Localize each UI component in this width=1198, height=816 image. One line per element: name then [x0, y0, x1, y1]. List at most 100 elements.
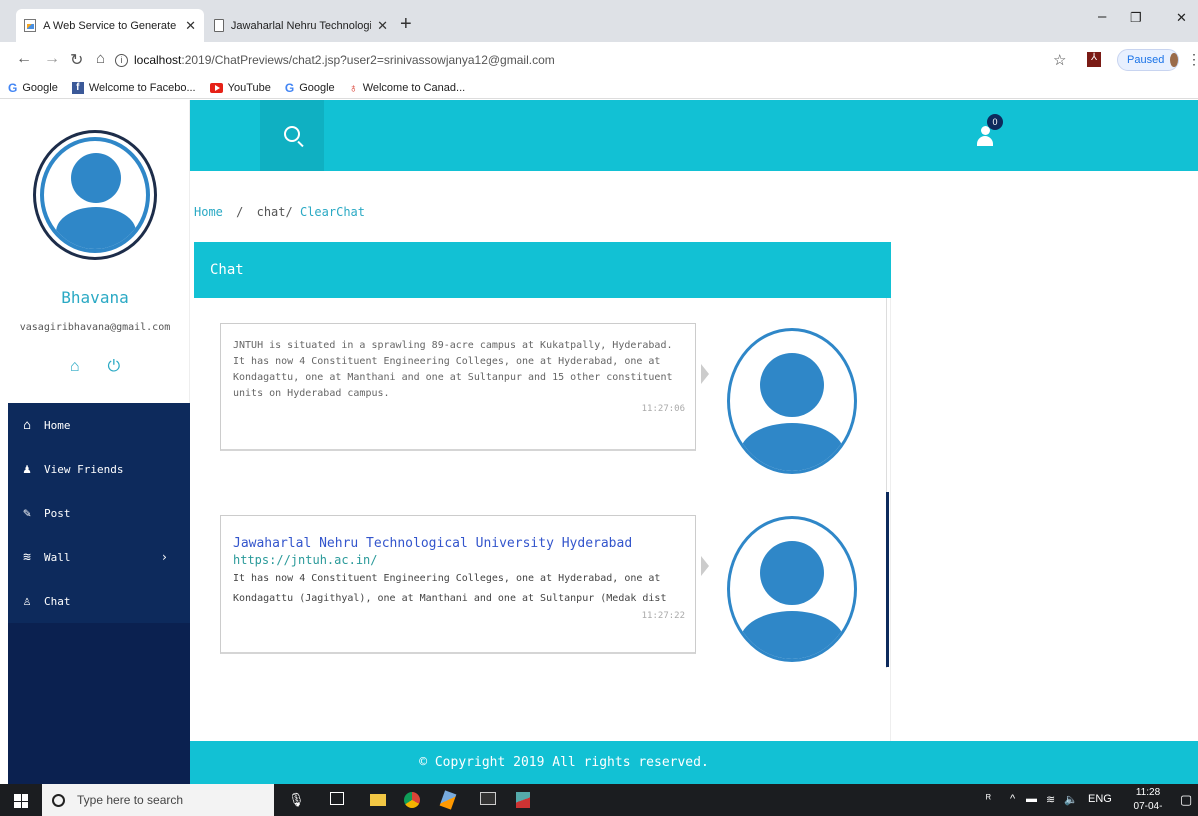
- page-footer: © Copyright 2019 All rights reserved.: [190, 741, 1198, 784]
- chat-panel: Chat JNTUH is situated in a sprawling 89…: [194, 242, 891, 741]
- sidebar-item-view-friends[interactable]: ♟ View Friends: [8, 447, 190, 491]
- pdf-extension-icon[interactable]: ⅄: [1087, 52, 1101, 67]
- volume-icon[interactable]: 🔈: [1064, 793, 1078, 806]
- terminal-icon[interactable]: [480, 792, 496, 805]
- chat-avatar: [727, 328, 857, 474]
- bookmark-label: Google: [299, 82, 335, 94]
- pencil-icon: ✎: [23, 505, 31, 521]
- notifications-icon[interactable]: ▢: [1180, 792, 1192, 808]
- tab-title: Jawaharlal Nehru Technological U: [230, 19, 371, 32]
- home-icon[interactable]: ⌂: [96, 50, 105, 67]
- minimize-button[interactable]: –: [1098, 8, 1106, 25]
- chat-scrollbar[interactable]: [886, 492, 889, 667]
- browser-tab-strip: A Web Service to Generate Intelli ✕ Jawa…: [0, 0, 1198, 42]
- breadcrumb-home-link[interactable]: Home: [194, 205, 223, 219]
- sidebar-menu-filler: [8, 623, 190, 784]
- profile-avatar: [1170, 53, 1178, 67]
- page-favicon-icon: [214, 19, 224, 32]
- reload-icon[interactable]: ↻: [70, 50, 83, 70]
- taskbar-clock[interactable]: 11:28 07-04-2019: [1126, 786, 1170, 816]
- bookmark-label: Welcome to Canad...: [362, 82, 466, 94]
- google-icon: G: [284, 81, 295, 95]
- paint-icon[interactable]: [439, 790, 457, 810]
- address-bar[interactable]: i localhost:2019/ChatPreviews/chat2.jsp?…: [115, 47, 1195, 73]
- browser-tab[interactable]: Jawaharlal Nehru Technological U ✕: [206, 9, 396, 42]
- menu-label: Wall: [44, 550, 71, 564]
- chevron-up-icon[interactable]: ^: [1010, 793, 1015, 805]
- new-tab-button[interactable]: +: [400, 14, 412, 34]
- profile-status: Paused: [1127, 54, 1165, 66]
- tab-favicon-icon: [24, 19, 37, 32]
- bookmarks-bar: G Google f Welcome to Facebo... YouTube GG…: [0, 78, 1198, 99]
- browser-tab-active[interactable]: A Web Service to Generate Intelli ✕: [16, 9, 204, 42]
- menu-label: Chat: [44, 594, 71, 608]
- menu-label: Home: [44, 418, 71, 432]
- profile-email: vasagiribhavana@gmail.com: [19, 322, 171, 333]
- url-text: localhost:2019/ChatPreviews/chat2.jsp?us…: [134, 53, 555, 67]
- bookmark-canada[interactable]: ♁ Welcome to Canad...: [349, 81, 466, 95]
- menu-label: Post: [44, 506, 71, 520]
- message-text: It has now 4 Constituent Engineering Col…: [233, 573, 667, 604]
- taskbar-search[interactable]: Type here to search: [42, 784, 274, 816]
- google-icon: G: [8, 81, 18, 95]
- message-link-url[interactable]: https://jntuh.ac.in/: [221, 551, 695, 567]
- restore-button[interactable]: ❐: [1130, 10, 1142, 26]
- microphone-icon[interactable]: 🎙: [288, 792, 305, 808]
- top-header-bar: 0: [190, 100, 1198, 171]
- menu-kebab-icon[interactable]: ⋮: [1187, 51, 1198, 68]
- cortana-icon: [52, 793, 65, 807]
- chrome-icon[interactable]: [404, 792, 420, 808]
- people-icon[interactable]: ᴿ: [986, 793, 991, 805]
- breadcrumb-separator: /: [236, 205, 244, 219]
- notification-badge: 0: [987, 114, 1003, 130]
- sidebar-item-wall[interactable]: ≋ Wall ›: [8, 535, 190, 579]
- bookmark-youtube[interactable]: YouTube: [209, 82, 271, 94]
- profile-button[interactable]: Paused: [1117, 49, 1179, 71]
- sidebar-menu: ⌂ Home ♟ View Friends ✎ Post ≋ Wall › ♙ …: [8, 403, 190, 784]
- person-outline-icon: ♙: [23, 593, 31, 609]
- bookmark-google-2[interactable]: G Google: [285, 81, 335, 95]
- clear-chat-link[interactable]: ClearChat: [300, 205, 365, 219]
- home-outline-icon[interactable]: ⌂: [70, 358, 80, 376]
- user-icon: ♟: [23, 461, 31, 477]
- wifi-icon[interactable]: ≋: [1046, 793, 1055, 806]
- search-button[interactable]: [260, 100, 324, 171]
- close-window-button[interactable]: ✕: [1176, 10, 1187, 26]
- battery-icon[interactable]: ▬: [1026, 793, 1037, 805]
- bookmark-label: Google: [22, 82, 58, 94]
- chat-avatar: [727, 516, 857, 662]
- facebook-icon: f: [71, 82, 84, 94]
- sidebar-item-chat[interactable]: ♙ Chat: [8, 579, 190, 623]
- task-view-icon[interactable]: [330, 792, 344, 805]
- file-explorer-icon[interactable]: [370, 794, 386, 806]
- breadcrumb: Home / chat/ ClearChat: [194, 205, 365, 219]
- app-icon[interactable]: [516, 792, 530, 808]
- clock-date: 07-04-2019: [1133, 801, 1163, 816]
- tab-close-icon[interactable]: ✕: [185, 18, 196, 34]
- bookmark-star-icon[interactable]: ☆: [1053, 51, 1066, 69]
- bookmark-facebook[interactable]: f Welcome to Facebo...: [71, 82, 196, 94]
- sidebar-item-post[interactable]: ✎ Post: [8, 491, 190, 535]
- canada-icon: ♁: [348, 81, 358, 95]
- tab-close-icon[interactable]: ✕: [377, 18, 388, 34]
- layers-icon: ≋: [23, 549, 31, 565]
- bookmark-label: Welcome to Facebo...: [88, 82, 196, 94]
- bookmark-google[interactable]: G Google: [8, 81, 58, 95]
- chevron-right-icon: ›: [160, 550, 168, 564]
- menu-label: View Friends: [44, 462, 124, 476]
- language-indicator[interactable]: ENG: [1088, 793, 1112, 805]
- sidebar-item-home[interactable]: ⌂ Home: [8, 403, 190, 447]
- url-path: :2019/ChatPreviews/chat2.jsp?user2=srini…: [181, 53, 555, 67]
- message-link-title[interactable]: Jawaharlal Nehru Technological Universit…: [221, 516, 695, 551]
- power-icon[interactable]: ⏻: [108, 358, 121, 376]
- back-arrow-icon[interactable]: ←: [16, 50, 32, 68]
- search-icon: [284, 125, 300, 142]
- windows-start-icon[interactable]: [14, 794, 28, 808]
- forward-arrow-icon[interactable]: →: [44, 50, 60, 68]
- message-pointer: [701, 556, 709, 576]
- tab-title: A Web Service to Generate Intelli: [43, 19, 179, 32]
- message-text: JNTUH is situated in a sprawling 89-acre…: [233, 340, 673, 399]
- info-icon[interactable]: i: [115, 53, 128, 67]
- profile-avatar-large: [33, 130, 157, 260]
- url-host: localhost: [134, 53, 182, 67]
